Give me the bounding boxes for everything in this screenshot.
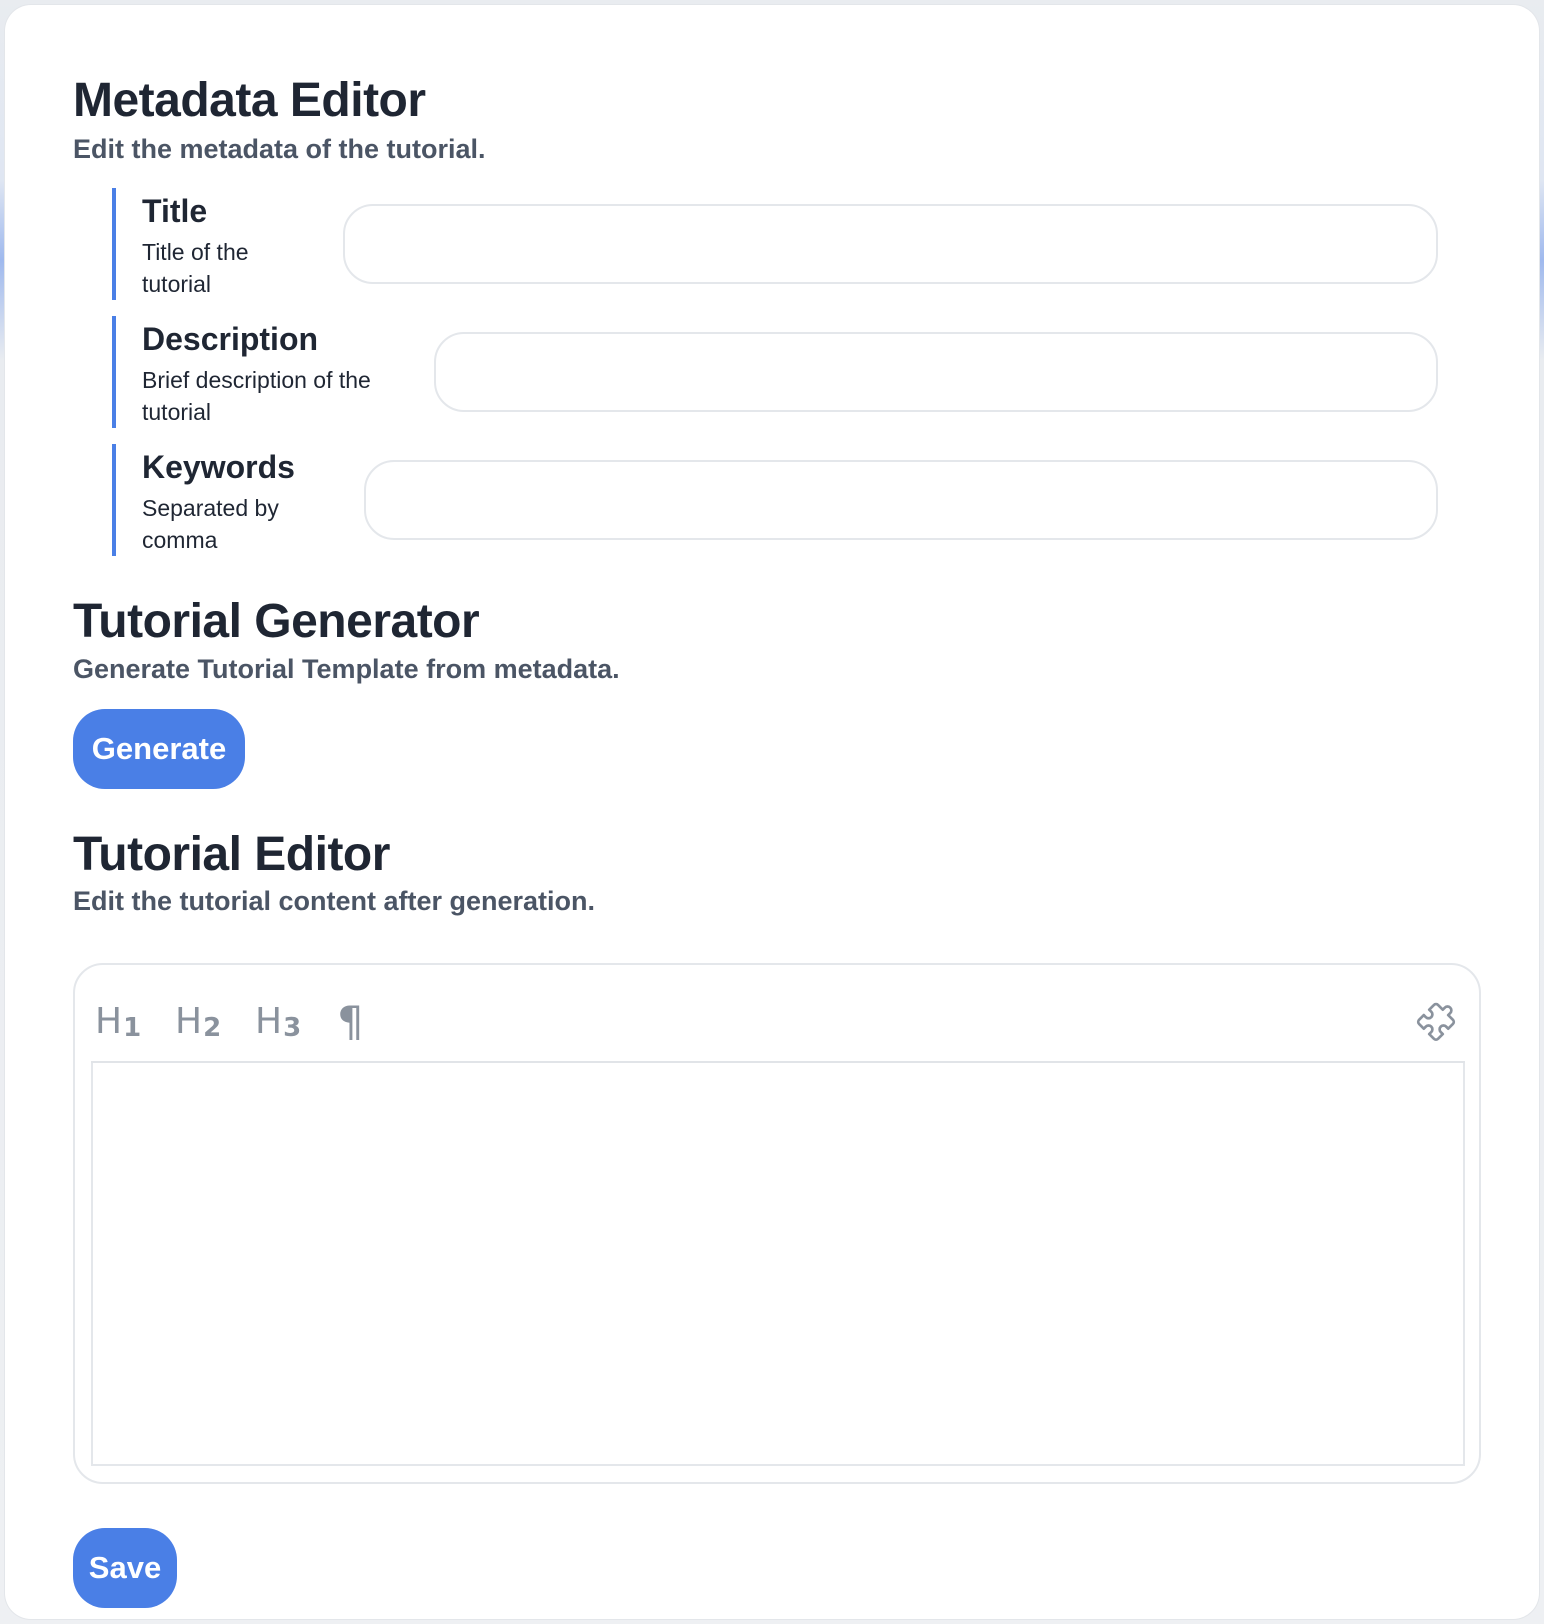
heading-1-button[interactable]: H1 bbox=[95, 997, 141, 1047]
description-input[interactable] bbox=[434, 332, 1438, 412]
tutorial-editor: H1 H2 H3 ¶ bbox=[73, 963, 1481, 1484]
keywords-field-group: Keywords Separated by comma bbox=[112, 444, 356, 556]
heading-1-level: 1 bbox=[123, 1013, 142, 1043]
heading-1-label: H bbox=[95, 1001, 123, 1042]
tutorial-generator-subtitle: Generate Tutorial Template from metadata… bbox=[73, 654, 620, 684]
description-field-help: Brief description of the tutorial bbox=[142, 367, 371, 425]
tutorial-editor-title: Tutorial Editor bbox=[73, 828, 390, 881]
heading-3-label: H bbox=[255, 1001, 283, 1042]
description-field-label: Description bbox=[142, 321, 319, 357]
heading-2-button[interactable]: H2 bbox=[175, 997, 221, 1047]
editor-content-area[interactable] bbox=[91, 1063, 1465, 1466]
title-input[interactable] bbox=[343, 204, 1438, 284]
keywords-input[interactable] bbox=[364, 460, 1438, 540]
keywords-field-label: Keywords bbox=[142, 449, 295, 485]
tutorial-editor-subtitle: Edit the tutorial content after generati… bbox=[73, 886, 596, 916]
generate-button[interactable]: Generate bbox=[73, 709, 245, 789]
puzzle-icon[interactable] bbox=[1411, 997, 1461, 1047]
save-button[interactable]: Save bbox=[73, 1528, 177, 1608]
tutorial-generator-title: Tutorial Generator bbox=[73, 595, 480, 648]
heading-3-button[interactable]: H3 bbox=[255, 997, 301, 1047]
keywords-field-help: Separated by comma bbox=[142, 495, 279, 553]
heading-2-level: 2 bbox=[203, 1013, 222, 1043]
description-field-group: Description Brief description of the tut… bbox=[112, 316, 416, 428]
main-card: Metadata Editor Edit the metadata of the… bbox=[5, 5, 1539, 1619]
metadata-editor-title: Metadata Editor bbox=[73, 74, 426, 127]
paragraph-button[interactable]: ¶ bbox=[337, 997, 364, 1047]
heading-2-label: H bbox=[175, 1001, 203, 1042]
title-field-label: Title bbox=[142, 193, 208, 229]
heading-3-level: 3 bbox=[283, 1013, 302, 1043]
title-field-group: Title Title of the tutorial bbox=[112, 188, 356, 300]
title-field-help: Title of the tutorial bbox=[142, 239, 249, 297]
metadata-editor-subtitle: Edit the metadata of the tutorial. bbox=[73, 134, 486, 164]
